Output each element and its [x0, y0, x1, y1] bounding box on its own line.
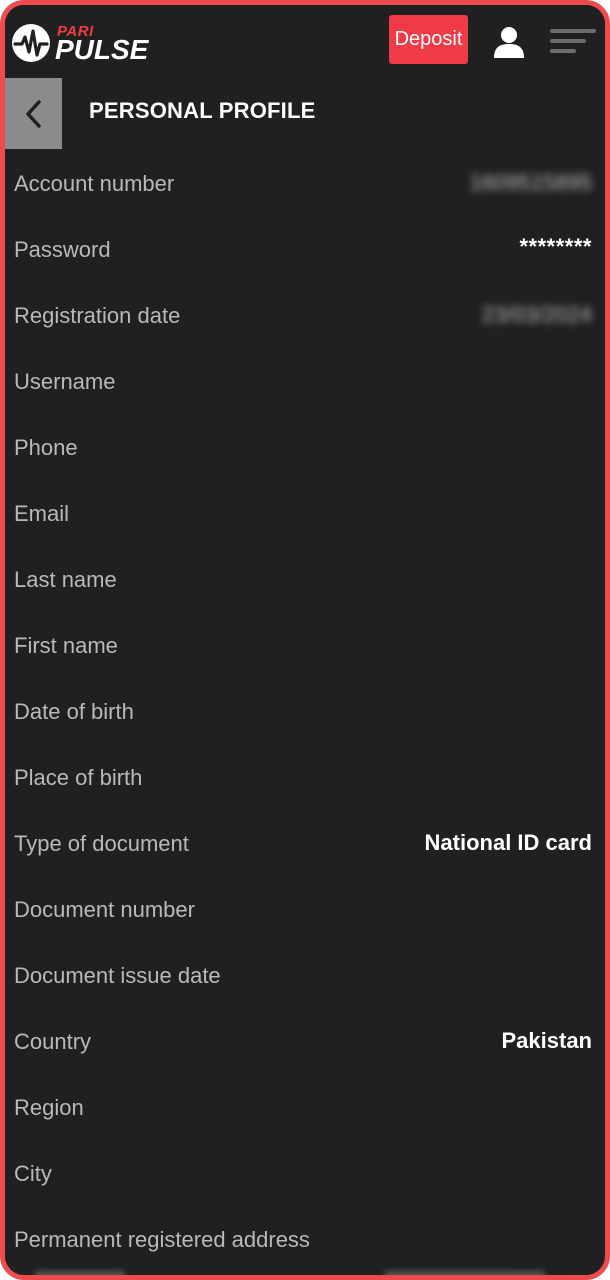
deposit-button[interactable]: Deposit	[389, 15, 468, 64]
page-title: PERSONAL PROFILE	[89, 98, 316, 123]
field-label: First name	[14, 633, 118, 658]
field-value: 1609515895	[469, 170, 592, 195]
profile-fields-list: Account number 1609515895 Password *****…	[5, 151, 605, 1273]
field-row-first-name: First name	[5, 613, 605, 679]
field-row-place-of-birth: Place of birth	[5, 745, 605, 811]
field-label: Date of birth	[14, 699, 134, 724]
field-row-document-issue-date: Document issue date	[5, 943, 605, 1009]
logo-text: PARI PULSE	[55, 24, 148, 64]
field-row-password[interactable]: Password ********	[5, 217, 605, 283]
field-label: Permanent registered address	[14, 1227, 310, 1252]
field-row-document-number: Document number	[5, 877, 605, 943]
field-row-date-of-birth: Date of birth	[5, 679, 605, 745]
field-row-username: Username	[5, 349, 605, 415]
cutoff-value-fragment	[385, 1271, 545, 1275]
field-row-registration-date: Registration date 23/03/2024	[5, 283, 605, 349]
field-row-account-number: Account number 1609515895	[5, 151, 605, 217]
field-label: Registration date	[14, 303, 181, 328]
field-value: ********	[519, 234, 592, 259]
app-frame: PARI PULSE Deposit PERSONAL PROFILE Acco…	[0, 0, 610, 1280]
field-label: Document number	[14, 897, 195, 922]
field-row-region: Region	[5, 1075, 605, 1141]
field-label: Account number	[14, 171, 175, 196]
field-label: Last name	[14, 567, 117, 592]
field-label: City	[14, 1161, 52, 1186]
field-value: 23/03/2024	[481, 302, 592, 327]
field-row-phone: Phone	[5, 415, 605, 481]
chevron-left-icon	[25, 99, 41, 128]
hamburger-menu-icon[interactable]	[550, 27, 598, 55]
field-label: Password	[14, 237, 111, 262]
user-profile-icon[interactable]	[492, 25, 526, 59]
field-row-email: Email	[5, 481, 605, 547]
field-row-type-of-document: Type of document National ID card	[5, 811, 605, 877]
logo-mark-icon	[12, 24, 50, 62]
field-label: Type of document	[14, 831, 189, 856]
field-label: Username	[14, 369, 116, 394]
logo-pulse-text: PULSE	[55, 34, 149, 65]
field-label: Email	[14, 501, 70, 526]
cutoff-label-fragment	[35, 1271, 125, 1275]
back-button[interactable]	[5, 78, 62, 149]
field-label: Document issue date	[14, 963, 221, 988]
field-label: Region	[14, 1095, 84, 1120]
field-row-country: Country Pakistan	[5, 1009, 605, 1075]
field-row-last-name: Last name	[5, 547, 605, 613]
pari-pulse-logo[interactable]: PARI PULSE	[11, 21, 148, 65]
next-row-cutoff	[5, 1267, 605, 1275]
field-label: Phone	[14, 435, 78, 460]
field-value: National ID card	[424, 830, 592, 855]
field-value: Pakistan	[501, 1028, 593, 1053]
field-row-permanent-address: Permanent registered address	[5, 1207, 605, 1273]
field-label: Country	[14, 1029, 92, 1054]
field-label: Place of birth	[14, 765, 143, 790]
field-row-city: City	[5, 1141, 605, 1207]
top-header: PARI PULSE Deposit	[5, 5, 605, 83]
